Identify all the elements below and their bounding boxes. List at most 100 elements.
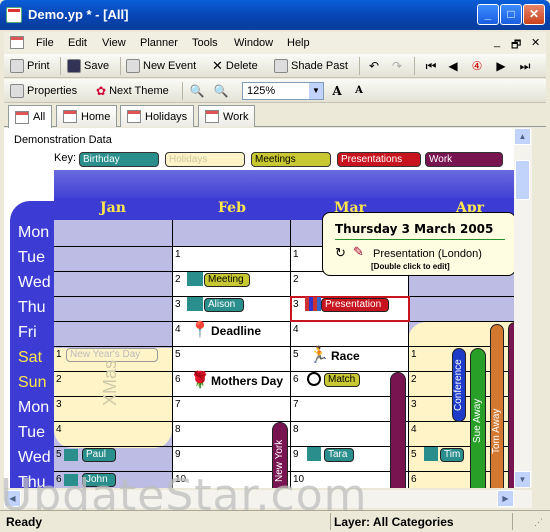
day-label: Mon [18,399,50,416]
next-theme-button[interactable]: ✿ Next Theme [96,83,169,99]
menu-help[interactable]: Help [287,37,310,49]
key-label: Key: [54,152,77,164]
scroll-thumb[interactable] [515,160,530,200]
menu-edit[interactable]: Edit [68,37,87,49]
cell-number: 4 [56,424,62,435]
tooltip-date: Thursday 3 March 2005 [335,222,494,236]
event-deadline[interactable]: Deadline [211,324,261,338]
zoom-in-button[interactable]: 🔍 [188,82,206,100]
menu-file[interactable]: File [36,37,54,49]
new-event-button[interactable]: New Event [126,58,196,74]
main-toolbar: Print Save New Event ✕ Delete Shade Past … [4,54,546,78]
day-label: Fri [18,324,37,341]
key-birthday: Birthday [79,152,159,167]
previous-button[interactable]: ◀ [444,57,462,75]
event-meeting[interactable]: Meeting [204,273,250,287]
printer-icon [10,59,24,73]
status-divider [330,513,331,530]
theme-icon: ✿ [96,84,107,98]
menu-view[interactable]: View [102,37,126,49]
key-meetings: Meetings [251,152,331,167]
day-label: Tue [18,249,45,266]
new-event-icon [126,59,140,73]
row-line [54,396,514,397]
gift-icon [307,447,321,461]
app-icon[interactable] [6,7,22,23]
event-sue-away: Sue Away [472,398,483,444]
view-toolbar: Properties ✿ Next Theme 🔍 🔍 125% ▼ A A [4,79,546,103]
tab-icon [127,110,141,123]
maximize-button[interactable]: □ [500,4,522,25]
separator [120,57,121,75]
menu-planner[interactable]: Planner [140,37,178,49]
divider [290,220,291,488]
scroll-up-button[interactable]: ▲ [514,128,531,145]
font-larger-button[interactable]: A [328,82,346,100]
tab-icon [205,110,219,123]
event-race[interactable]: Race [331,349,360,363]
close-button[interactable]: ✕ [523,4,545,25]
status-layer: Layer: All Categories [334,515,454,529]
minimize-button[interactable]: _ [477,4,499,25]
event-alison[interactable]: Alison [204,298,244,312]
event-mothers-day[interactable]: Mothers Day [211,374,283,388]
day-label: Thu [18,299,46,316]
cell-number: 1 [175,249,181,260]
cell-number: 3 [411,399,417,410]
cell-number: 3 [175,299,181,310]
last-button[interactable]: ⏭ [516,57,534,75]
zoom-select[interactable]: 125% ▼ [242,82,324,100]
event-presentation[interactable]: Presentation [321,298,389,312]
menu-tools[interactable]: Tools [192,37,218,49]
chevron-down-icon[interactable]: ▼ [309,83,323,99]
tooltip-event: Presentation (London) [373,248,482,260]
xmas-label: XMas [100,360,120,407]
redo-button[interactable]: ↷ [388,57,406,75]
cell-number: 7 [293,399,299,410]
tab-icon [15,110,29,124]
cell-number: 6 [293,374,299,385]
mdi-restore-button[interactable]: 🗗 [511,36,521,55]
key-work: Work [425,152,503,167]
resize-grip-icon[interactable]: ⋰ [534,517,543,528]
delete-button[interactable]: ✕ Delete [212,58,258,74]
cell-number: 7 [175,399,181,410]
next-button[interactable]: ▶ [492,57,510,75]
save-button[interactable]: Save [67,58,109,74]
cell-number: 5 [175,349,181,360]
event-conference: Conference [453,359,464,411]
shade-past-button[interactable]: Shade Past [274,58,348,74]
title-bar: Demo.yp * - [All] _ □ ✕ [0,0,550,30]
tab-all[interactable]: All [8,105,53,128]
save-icon [67,59,81,73]
print-button[interactable]: Print [10,58,50,74]
key-presentations: Presentations [337,152,421,167]
properties-button[interactable]: Properties [10,83,77,99]
event-match[interactable]: Match [324,373,360,387]
undo-button[interactable]: ↶ [365,57,383,75]
cell-number: 8 [175,424,181,435]
event-paul[interactable]: Paul [82,448,116,462]
zoom-out-button[interactable]: 🔍 [212,82,230,100]
mdi-minimize-button[interactable]: _ [494,36,500,48]
tab-work[interactable]: Work [198,105,256,127]
runner-icon: 🏃 [309,347,329,364]
tab-home[interactable]: Home [56,105,118,127]
document-icon[interactable] [10,36,24,49]
vertical-scrollbar[interactable]: ▲ ▼ [514,128,532,488]
month-feb: Feb [218,200,246,216]
window-title: Demo.yp * - [All] [28,7,129,22]
today-button[interactable]: ④ [468,57,486,75]
row-line [54,296,514,297]
cell-number: 9 [175,449,181,460]
status-ready: Ready [6,515,43,529]
cell-number: 8 [293,424,299,435]
event-tim[interactable]: Tim [440,448,464,462]
planner-canvas[interactable]: Demonstration Data Key: Birthday Holiday… [4,128,514,488]
font-smaller-button[interactable]: A [350,82,368,100]
menu-window[interactable]: Window [234,37,273,49]
event-tara[interactable]: Tara [324,448,354,462]
first-button[interactable]: ⏮ [422,57,440,75]
mdi-close-button[interactable]: ✕ [531,36,540,49]
tab-holidays[interactable]: Holidays [120,105,195,127]
